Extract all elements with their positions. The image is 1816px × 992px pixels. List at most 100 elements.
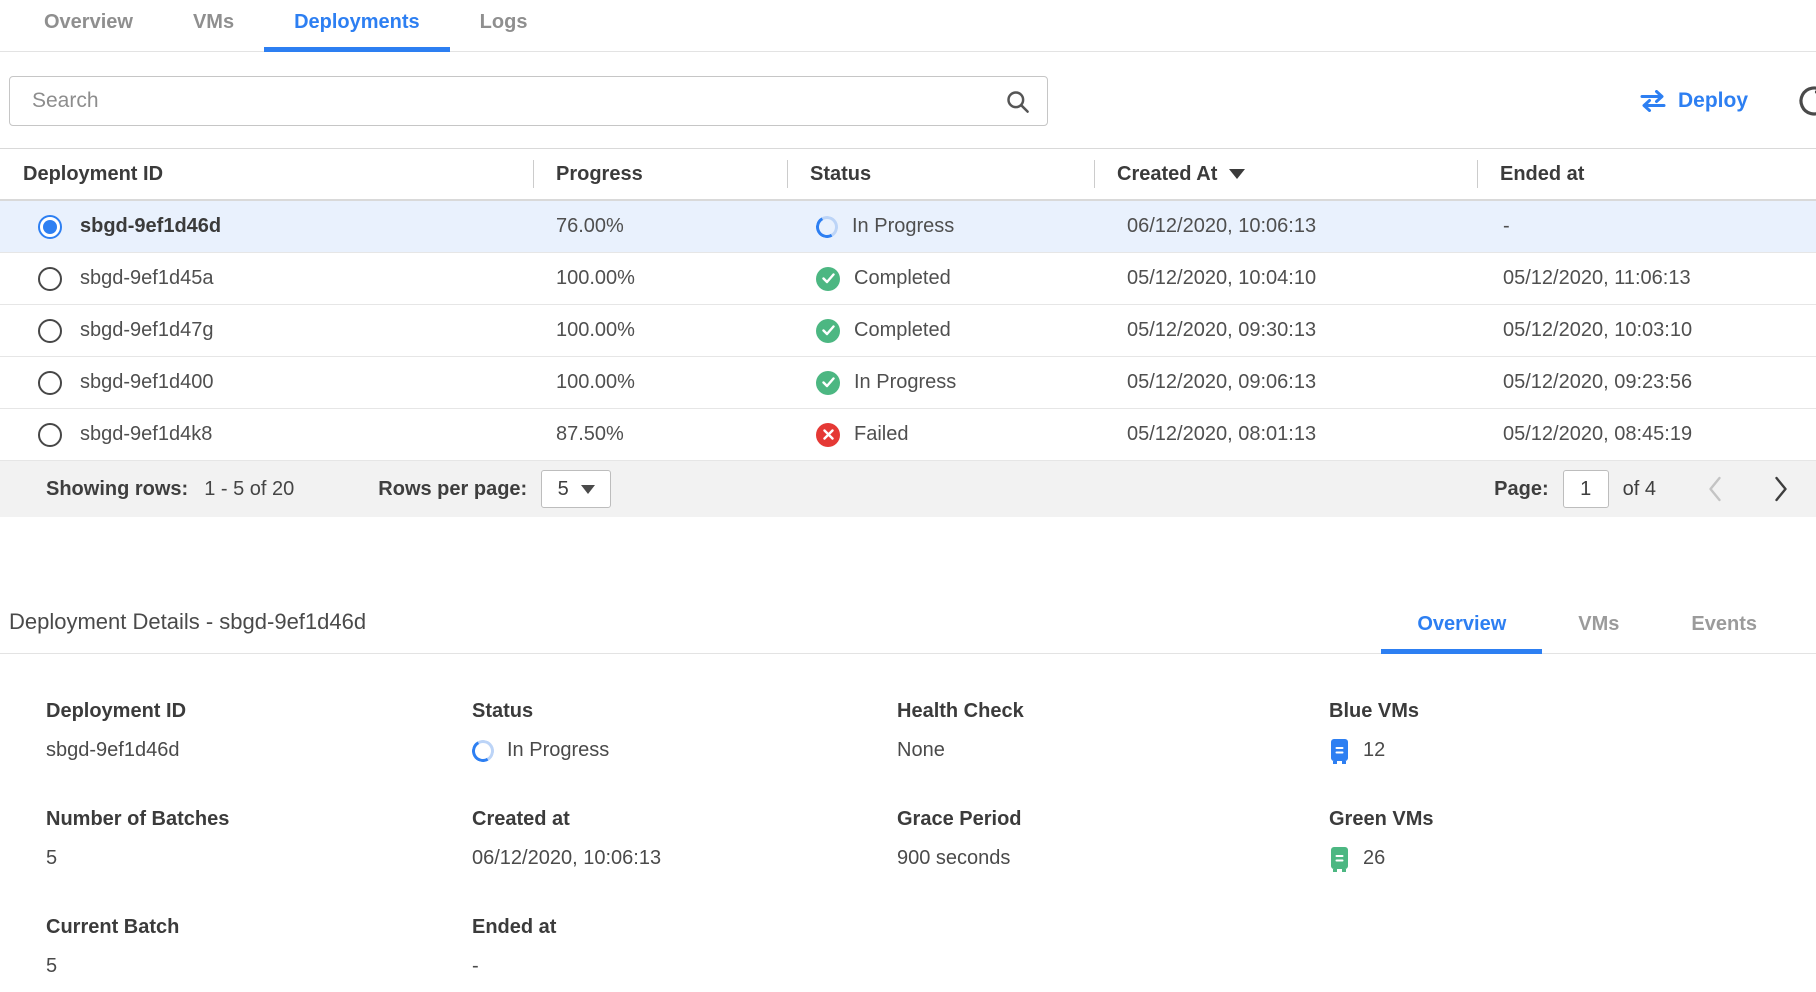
page-input[interactable] — [1563, 470, 1609, 508]
field-label: Status — [472, 700, 897, 723]
row-radio-button[interactable] — [38, 423, 62, 447]
row-radio-button[interactable] — [38, 371, 62, 395]
status-label: Completed — [854, 319, 951, 342]
progress-cell: 100.00% — [533, 371, 787, 394]
green-vm-icon — [1329, 846, 1350, 872]
deployment-id-cell: sbgd-9ef1d4k8 — [0, 423, 533, 447]
previous-page-button[interactable] — [1708, 476, 1722, 502]
field-value: sbgd-9ef1d46d — [46, 737, 472, 764]
status-cell: Completed — [787, 267, 1094, 291]
table-row[interactable]: sbgd-9ef1d4k8 87.50% Failed 05/12/2020, … — [0, 409, 1816, 461]
created-at-cell: 06/12/2020, 10:06:13 — [1094, 215, 1477, 238]
showing-rows-label: Showing rows: — [46, 478, 188, 501]
tab-overview[interactable]: Overview — [14, 11, 163, 52]
tab-vms[interactable]: VMs — [163, 11, 264, 52]
swap-arrows-icon — [1639, 90, 1667, 112]
field-label: Number of Batches — [46, 808, 472, 831]
check-circle-icon — [816, 267, 840, 291]
status-label: In Progress — [852, 215, 954, 238]
status-cell: In Progress — [787, 371, 1094, 395]
field-value: 5 — [46, 845, 472, 872]
field-created-at: Created at 06/12/2020, 10:06:13 — [472, 808, 897, 872]
row-radio-button[interactable] — [38, 215, 62, 239]
deployment-id-cell: sbgd-9ef1d46d — [0, 215, 533, 239]
field-label: Deployment ID — [46, 700, 472, 723]
chevron-down-icon — [581, 485, 595, 494]
details-tab-overview[interactable]: Overview — [1381, 613, 1542, 654]
field-label: Ended at — [472, 916, 897, 939]
deployment-id: sbgd-9ef1d46d — [80, 215, 221, 238]
next-page-button[interactable] — [1774, 476, 1788, 502]
deploy-button[interactable]: Deploy — [1639, 89, 1748, 113]
check-circle-icon — [816, 371, 840, 395]
status-cell: Completed — [787, 319, 1094, 343]
field-value-text: In Progress — [507, 739, 609, 762]
column-header-status[interactable]: Status — [787, 149, 1094, 199]
details-tab-events[interactable]: Events — [1655, 613, 1793, 654]
field-green-vms: Green VMs 26 — [1329, 808, 1816, 872]
field-value-text: None — [897, 739, 945, 762]
field-label: Current Batch — [46, 916, 472, 939]
row-radio-button[interactable] — [38, 267, 62, 291]
column-header-ended-at[interactable]: Ended at — [1477, 149, 1816, 199]
search-icon — [1004, 88, 1031, 115]
table-row[interactable]: sbgd-9ef1d46d 76.00% In Progress 06/12/2… — [0, 201, 1816, 253]
field-label: Blue VMs — [1329, 700, 1816, 723]
progress-cell: 100.00% — [533, 267, 787, 290]
column-header-label: Progress — [556, 163, 643, 186]
details-header: Deployment Details - sbgd-9ef1d46d Overv… — [0, 609, 1816, 654]
status-cell: In Progress — [787, 215, 1094, 238]
top-tab-bar: Overview VMs Deployments Logs — [0, 0, 1816, 52]
chevron-right-icon — [1774, 476, 1788, 502]
progress-cell: 76.00% — [533, 215, 787, 238]
field-ended-at: Ended at - — [472, 916, 897, 980]
deployment-id: sbgd-9ef1d47g — [80, 319, 213, 342]
deployment-id: sbgd-9ef1d400 — [80, 371, 213, 394]
field-grace-period: Grace Period 900 seconds — [897, 808, 1329, 872]
search-input[interactable] — [30, 88, 1004, 114]
column-header-label: Deployment ID — [23, 163, 163, 186]
deployment-id-cell: sbgd-9ef1d400 — [0, 371, 533, 395]
rows-per-page-value: 5 — [558, 478, 569, 501]
deployments-table: Deployment ID Progress Status Created At… — [0, 148, 1816, 517]
ended-at-cell: 05/12/2020, 11:06:13 — [1477, 267, 1816, 290]
sort-descending-icon — [1229, 169, 1245, 179]
chevron-left-icon — [1708, 476, 1722, 502]
table-row[interactable]: sbgd-9ef1d47g 100.00% Completed 05/12/20… — [0, 305, 1816, 357]
progress-cell: 87.50% — [533, 423, 787, 446]
row-radio-button[interactable] — [38, 319, 62, 343]
field-status: Status In Progress — [472, 700, 897, 764]
field-label: Health Check — [897, 700, 1329, 723]
table-pagination-bar: Showing rows: 1 - 5 of 20 Rows per page:… — [0, 461, 1816, 517]
created-at-cell: 05/12/2020, 09:30:13 — [1094, 319, 1477, 342]
rows-per-page-select[interactable]: 5 — [541, 470, 611, 508]
field-label: Created at — [472, 808, 897, 831]
blue-vm-icon — [1329, 738, 1350, 764]
ended-at-cell: - — [1477, 215, 1816, 238]
status-label: Completed — [854, 267, 951, 290]
table-row[interactable]: sbgd-9ef1d400 100.00% In Progress 05/12/… — [0, 357, 1816, 409]
refresh-button[interactable] — [1794, 81, 1816, 121]
page-label: Page: — [1494, 478, 1548, 501]
field-value-text: 12 — [1363, 739, 1385, 762]
table-row[interactable]: sbgd-9ef1d45a 100.00% Completed 05/12/20… — [0, 253, 1816, 305]
tab-logs[interactable]: Logs — [450, 11, 558, 52]
field-value: None — [897, 737, 1329, 764]
field-value: - — [472, 953, 897, 980]
ended-at-cell: 05/12/2020, 10:03:10 — [1477, 319, 1816, 342]
field-value-text: 900 seconds — [897, 847, 1010, 870]
showing-rows-value: 1 - 5 of 20 — [204, 478, 294, 501]
check-circle-icon — [816, 319, 840, 343]
rows-per-page-label: Rows per page: — [378, 478, 527, 501]
tab-deployments[interactable]: Deployments — [264, 11, 450, 52]
column-header-progress[interactable]: Progress — [533, 149, 787, 199]
created-at-cell: 05/12/2020, 10:04:10 — [1094, 267, 1477, 290]
page-total: of 4 — [1623, 478, 1656, 501]
details-tab-vms[interactable]: VMs — [1542, 613, 1655, 654]
column-header-created-at[interactable]: Created At — [1094, 149, 1477, 199]
field-number-of-batches: Number of Batches 5 — [46, 808, 472, 872]
toolbar: Deploy — [0, 52, 1816, 148]
status-label: In Progress — [854, 371, 956, 394]
in-progress-spinner-icon — [814, 213, 841, 240]
column-header-deployment-id[interactable]: Deployment ID — [0, 149, 533, 199]
